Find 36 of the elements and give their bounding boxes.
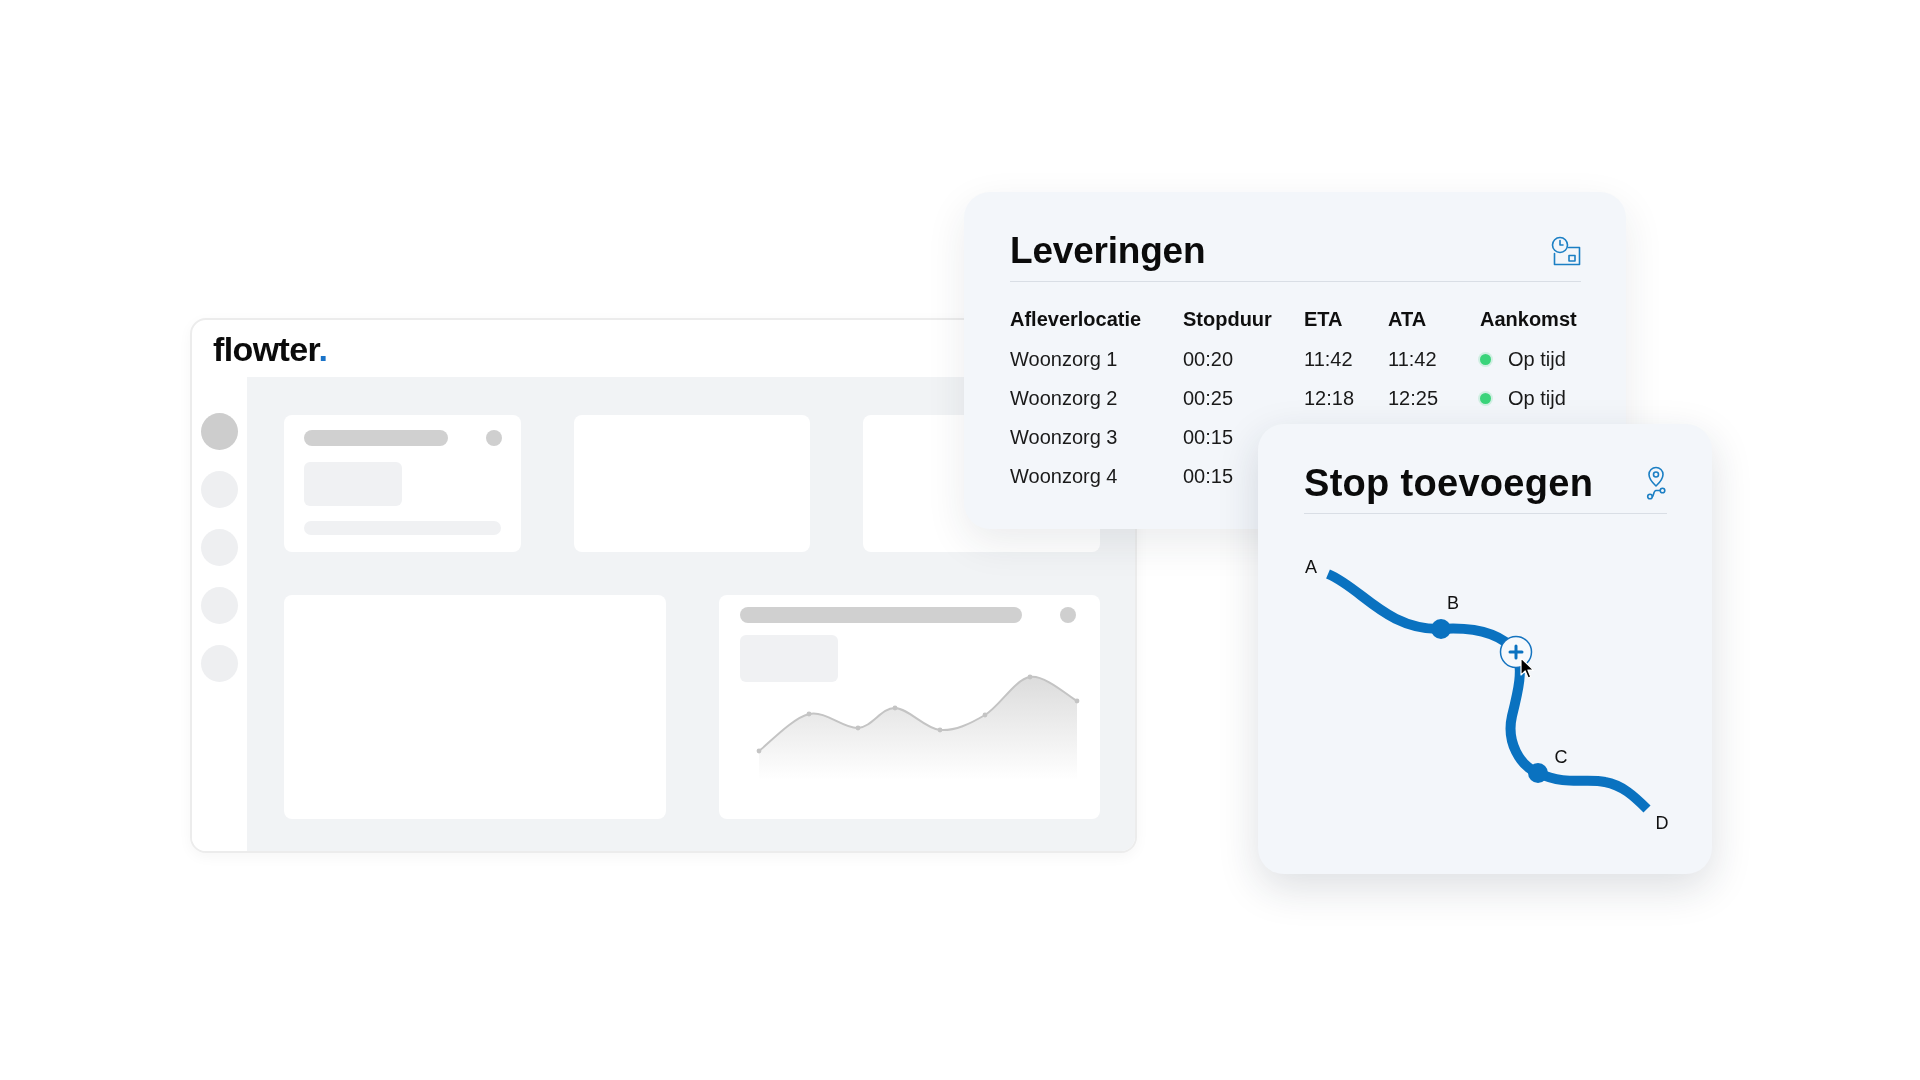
table-cell: 11:42 [1304,348,1353,371]
status-label: Op tijd [1508,387,1566,410]
column-header: Afleverlocatie [1010,307,1142,331]
route-dot-icon [1528,763,1548,783]
route-dot-icon [1431,619,1451,639]
table-cell: Woonzorg 2 [1010,387,1118,410]
table-cell: 12:18 [1304,387,1355,410]
column-header: Stopduur [1183,307,1272,331]
table-cell: 12:25 [1388,387,1439,410]
column-header: Aankomst [1480,307,1577,331]
add-stop-button[interactable] [1499,635,1533,669]
table-cell: Woonzorg 3 [1010,426,1118,449]
cursor-icon [1520,657,1535,679]
table-cell: 00:15 [1183,426,1234,449]
clock-calendar-icon [1551,235,1581,266]
column-header: ETA [1304,307,1343,331]
stop-label: C [1554,747,1568,767]
card-title: Leveringen [1010,229,1206,272]
table-cell: 00:20 [1183,348,1234,371]
table-cell: 00:25 [1183,387,1234,410]
stop-label: A [1305,557,1317,577]
table-cell: Woonzorg 4 [1010,465,1118,488]
plus-icon [1508,644,1524,660]
skeleton-dot-icon [1060,607,1076,623]
card-title: Stop toevoegen [1304,461,1594,504]
stop-label: D [1655,813,1669,833]
table-cell: 00:15 [1183,465,1234,488]
map-pin-route-icon [1645,465,1667,500]
logo: flowter. [213,331,328,366]
stop-label: B [1447,593,1459,613]
skeleton-dot-icon [485,430,502,446]
status-label: Op tijd [1508,348,1566,371]
table-cell: Woonzorg 1 [1010,348,1118,371]
column-header: ATA [1388,307,1427,331]
nav-placeholder-icon[interactable] [201,413,238,450]
table-cell: 11:42 [1388,348,1437,371]
